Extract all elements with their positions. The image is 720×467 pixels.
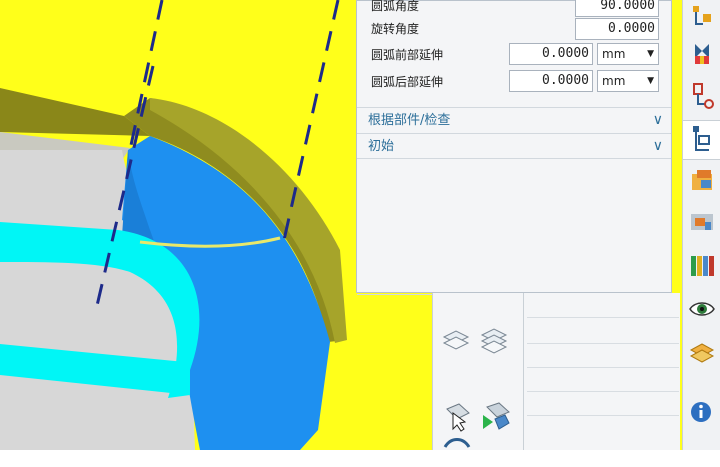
spin-icon[interactable]	[439, 433, 473, 467]
panel-line	[527, 415, 679, 416]
layer-settings-icon[interactable]	[477, 323, 511, 357]
arc-front-extend-unit-select[interactable]: mm ▼	[597, 43, 659, 65]
chevron-down-icon: ∨	[652, 112, 663, 128]
caret-down-icon: ▼	[647, 76, 654, 86]
row-label-arc-front-extend: 圆弧前部延伸	[371, 48, 444, 62]
panel-line	[527, 391, 679, 392]
section-initial[interactable]: 初始 ∨	[357, 133, 671, 159]
layers-icon[interactable]	[687, 338, 717, 368]
visibility-eye-icon[interactable]	[687, 294, 717, 324]
rotation-angle-input[interactable]: 0.0000	[575, 18, 659, 40]
geometry-icon[interactable]	[687, 80, 717, 110]
row-label-arc-back-extend: 圆弧后部延伸	[371, 75, 444, 89]
arc-back-extend-unit-select[interactable]: mm ▼	[597, 70, 659, 92]
caret-down-icon: ▼	[647, 49, 654, 59]
arc-angle-input[interactable]: 90.0000	[575, 0, 659, 17]
panel-line	[527, 367, 679, 368]
info-icon[interactable]	[687, 396, 717, 426]
panel-line	[527, 343, 679, 344]
section-label: 初始	[368, 139, 395, 154]
program-icon[interactable]	[687, 208, 717, 238]
row-label-rotation-angle: 旋转角度	[371, 22, 420, 36]
section-label: 根据部件/检查	[368, 113, 451, 128]
unit-label: mm	[602, 47, 626, 61]
section-part-check[interactable]: 根据部件/检查 ∨	[357, 107, 671, 133]
arc-front-extend-input[interactable]: 0.0000	[509, 43, 593, 65]
resource-toolbar	[682, 0, 720, 450]
select-arrow-icon[interactable]	[439, 399, 473, 433]
play-arrow-icon[interactable]	[477, 399, 511, 433]
operation-tree-icon[interactable]	[687, 2, 717, 32]
lower-toolbar-panel	[432, 293, 680, 450]
arc-back-extend-input[interactable]: 0.0000	[509, 70, 593, 92]
tool-setting-icon[interactable]	[687, 38, 717, 68]
layer-icon[interactable]	[439, 323, 473, 357]
method-icon[interactable]	[687, 124, 717, 154]
chevron-down-icon: ∨	[652, 138, 663, 154]
feature-icon[interactable]	[687, 166, 717, 196]
panel-line	[527, 317, 679, 318]
unit-label: mm	[602, 74, 626, 88]
row-label-arc-angle: 圆弧角度	[371, 0, 420, 13]
arc-parameters-dialog: 圆弧角度 90.0000 旋转角度 0.0000 圆弧前部延伸 0.0000 m…	[356, 0, 672, 295]
machine-tool-icon[interactable]	[687, 250, 717, 280]
panel-divider	[523, 293, 524, 450]
